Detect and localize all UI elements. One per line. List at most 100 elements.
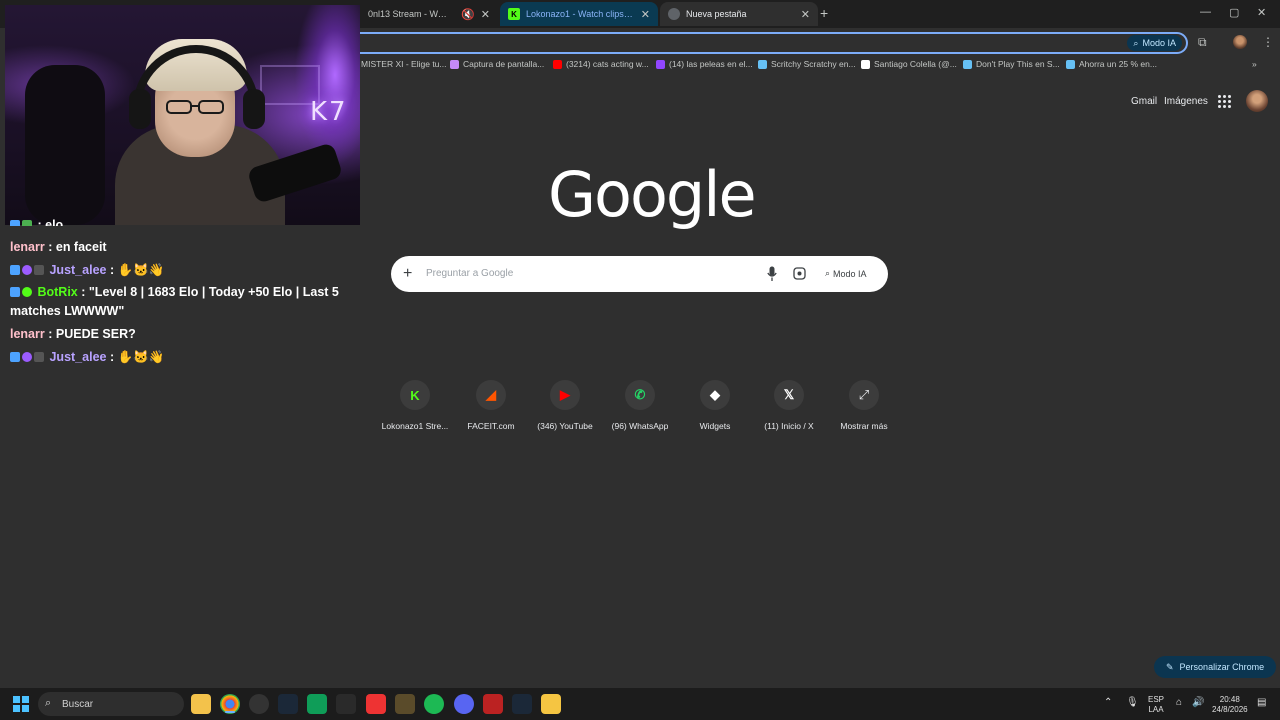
menu-icon[interactable]: ⋮ bbox=[1262, 35, 1274, 49]
steam-icon[interactable] bbox=[512, 694, 532, 714]
bookmark[interactable]: Ahorra un 25 % en... bbox=[1066, 59, 1157, 69]
bookmark[interactable]: (3214) cats acting w... bbox=[553, 59, 649, 69]
chrome-icon[interactable] bbox=[220, 694, 240, 714]
bookmark-label: Don't Play This en S... bbox=[976, 59, 1060, 69]
chat-username: Just_alee bbox=[49, 263, 107, 277]
tiktok-icon bbox=[861, 59, 870, 69]
shortcut-lokonazo1[interactable]: K Lokonazo1 Stre... bbox=[375, 380, 455, 431]
profile-avatar[interactable] bbox=[1233, 35, 1247, 49]
microphone-icon[interactable] bbox=[767, 266, 777, 282]
minimize-button[interactable]: — bbox=[1200, 6, 1211, 18]
lens-icon[interactable] bbox=[793, 267, 806, 280]
bookmark[interactable]: Santiago Colella (@... bbox=[861, 59, 957, 69]
customize-chrome-button[interactable]: ✎ Personalizar Chrome bbox=[1154, 656, 1277, 678]
omnibox-ai-mode-button[interactable]: ⌕ Modo IA bbox=[1127, 35, 1182, 51]
app-icon[interactable] bbox=[541, 694, 561, 714]
bookmark[interactable]: Don't Play This en S... bbox=[963, 59, 1060, 69]
close-icon[interactable]: ✕ bbox=[635, 8, 650, 21]
search-box[interactable]: + Preguntar a Google ⌕ Modo IA bbox=[391, 256, 888, 292]
shortcut-show-more[interactable]: ⤢ Mostrar más bbox=[824, 380, 904, 431]
search-input[interactable]: Preguntar a Google bbox=[426, 268, 513, 279]
chat-username: Just_alee bbox=[49, 350, 107, 364]
webcam-overlay: K7 bbox=[5, 5, 360, 225]
close-icon[interactable]: ✕ bbox=[795, 8, 810, 21]
file-explorer-icon[interactable] bbox=[191, 694, 211, 714]
bookmark[interactable]: Scritchy Scratchy en... bbox=[758, 59, 856, 69]
windows-start-icon[interactable] bbox=[13, 696, 29, 712]
gmail-link[interactable]: Gmail bbox=[1131, 96, 1157, 107]
badge-icon bbox=[10, 220, 20, 226]
steam-icon bbox=[1066, 59, 1075, 69]
ai-mode-label: Modo IA bbox=[833, 268, 867, 279]
obs-icon[interactable] bbox=[336, 694, 356, 714]
volume-icon[interactable]: 🔊 bbox=[1192, 698, 1204, 708]
screen: 0nl13 Stream - Watch Live o 🔇 ✕ K Lokona… bbox=[0, 0, 1280, 720]
close-window-button[interactable]: ✕ bbox=[1257, 6, 1266, 19]
discord-icon[interactable] bbox=[454, 694, 474, 714]
chat-text: : en faceit bbox=[48, 240, 107, 254]
app-icon[interactable] bbox=[307, 694, 327, 714]
bookmarks-overflow-button[interactable]: » bbox=[1252, 59, 1257, 69]
clock[interactable]: 20:48 24/8/2026 bbox=[1212, 695, 1248, 715]
close-icon[interactable]: ✕ bbox=[475, 8, 490, 21]
youtube-icon bbox=[553, 59, 562, 69]
tab-title: Nueva pestaña bbox=[686, 9, 747, 19]
tab-lokonazo1[interactable]: K Lokonazo1 - Watch clips on Ki ✕ bbox=[500, 2, 658, 26]
chat-username: lenarr bbox=[10, 327, 45, 341]
app-icon[interactable] bbox=[483, 694, 503, 714]
language-indicator[interactable]: ESP LAA bbox=[1148, 695, 1164, 715]
chevron-up-icon[interactable]: ⌃ bbox=[1104, 698, 1112, 708]
shortcut-x[interactable]: 𝕏 (11) Inicio / X bbox=[749, 380, 829, 431]
chat-text: : ✋🐱👋 bbox=[109, 350, 165, 364]
extensions-icon[interactable]: ⧉ bbox=[1198, 35, 1207, 50]
shortcut-whatsapp[interactable]: ✆ (96) WhatsApp bbox=[600, 380, 680, 431]
bookmark-label: (14) las peleas en el... bbox=[669, 59, 753, 69]
taskbar-search[interactable]: ⌕ Buscar bbox=[38, 692, 184, 716]
language-top: ESP bbox=[1148, 695, 1165, 704]
notification-icon[interactable]: ▤ bbox=[1257, 698, 1266, 708]
kick-icon: K bbox=[400, 380, 430, 410]
images-link[interactable]: Imágenes bbox=[1164, 96, 1208, 107]
taskbar-search-label: Buscar bbox=[62, 698, 94, 710]
new-tab-button[interactable]: + bbox=[820, 5, 828, 21]
tab-0nl13-stream[interactable]: 0nl13 Stream - Watch Live o 🔇 ✕ bbox=[360, 2, 498, 26]
expand-icon: ⤢ bbox=[849, 380, 879, 410]
restore-button[interactable]: ▢ bbox=[1229, 6, 1239, 19]
ai-mode-button[interactable]: ⌕ Modo IA bbox=[825, 268, 867, 279]
chrome-icon bbox=[668, 8, 680, 20]
mute-icon[interactable]: 🔇 bbox=[455, 8, 475, 21]
bookmark-icon bbox=[450, 59, 459, 69]
chat-message: BotRix : "Level 8 | 1683 Elo | Today +50… bbox=[10, 283, 350, 321]
bookmark[interactable]: Captura de pantalla... bbox=[450, 59, 544, 69]
chat-text: : PUEDE SER? bbox=[48, 327, 136, 341]
steam-icon[interactable] bbox=[278, 694, 298, 714]
add-icon[interactable]: + bbox=[403, 265, 412, 283]
app-icon[interactable] bbox=[366, 694, 386, 714]
chat-message: Just_alee : ✋🐱👋 bbox=[10, 261, 350, 280]
twitch-icon bbox=[656, 59, 665, 69]
tab-nueva-pestana[interactable]: Nueva pestaña ✕ bbox=[660, 2, 818, 26]
app-icon[interactable] bbox=[249, 694, 269, 714]
whatsapp-icon: ✆ bbox=[625, 380, 655, 410]
network-icon[interactable]: ⌂ bbox=[1176, 698, 1182, 708]
address-bar[interactable]: ⌕ Modo IA bbox=[360, 32, 1188, 54]
chat-username: lenarr bbox=[10, 240, 45, 254]
shortcut-label: Mostrar más bbox=[840, 421, 888, 431]
shortcut-widgets[interactable]: ◆ Widgets bbox=[675, 380, 755, 431]
search-icon: ⌕ bbox=[45, 697, 52, 709]
clock-time: 20:48 bbox=[1219, 695, 1240, 704]
microphone-icon[interactable]: 🎙 bbox=[1126, 698, 1139, 708]
account-avatar[interactable] bbox=[1246, 90, 1268, 112]
bookmark[interactable]: MISTER XI - Elige tu... bbox=[361, 59, 447, 69]
customize-label: Personalizar Chrome bbox=[1179, 662, 1265, 672]
spotify-icon[interactable] bbox=[424, 694, 444, 714]
app-icon[interactable] bbox=[395, 694, 415, 714]
shortcut-label: (346) YouTube bbox=[537, 421, 593, 431]
shortcut-youtube[interactable]: ▶ (346) YouTube bbox=[525, 380, 605, 431]
bookmark[interactable]: (14) las peleas en el... bbox=[656, 59, 753, 69]
google-apps-icon[interactable] bbox=[1218, 95, 1231, 108]
chat-text: : elo bbox=[37, 218, 64, 226]
shortcut-faceit[interactable]: ◢ FACEIT.com bbox=[451, 380, 531, 431]
bookmark-label: (3214) cats acting w... bbox=[566, 59, 649, 69]
clock-date: 24/8/2026 bbox=[1212, 705, 1248, 714]
